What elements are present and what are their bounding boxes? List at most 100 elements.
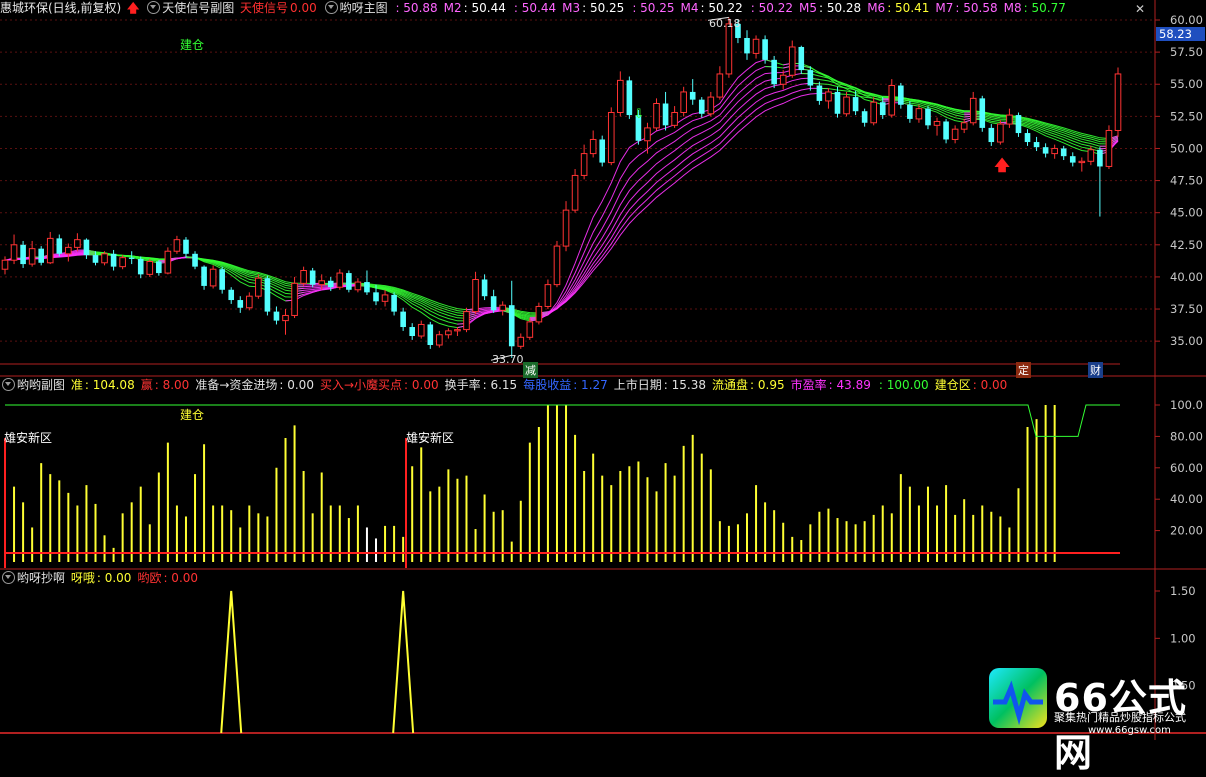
candle-body (844, 97, 850, 114)
candle-body (75, 240, 81, 248)
candle-body (156, 262, 162, 274)
candle-body (536, 306, 542, 321)
candle-body (355, 282, 361, 290)
candle-body (826, 92, 832, 101)
candle-body (672, 112, 678, 125)
candle-body (663, 104, 669, 126)
candle-body (310, 271, 316, 285)
y-tick-label: 35.00 (1170, 334, 1203, 348)
candle-body (545, 285, 551, 307)
candle-body (247, 296, 253, 308)
candle-body (174, 240, 180, 252)
up-arrow-icon: 🡅 (994, 156, 1010, 174)
candle-body (464, 312, 470, 330)
candle-body (102, 254, 108, 263)
candle-body (210, 269, 216, 286)
y-tick-label: 47.50 (1170, 174, 1203, 188)
candle-body (165, 251, 171, 273)
candle-body (699, 100, 705, 114)
candle-body (427, 324, 433, 345)
ma-ribbon-line-2 (973, 118, 1009, 123)
jiancang-main-label: 建仓 (180, 36, 204, 53)
candle-body (989, 128, 995, 142)
candle-body (744, 38, 750, 53)
candle-body (998, 124, 1004, 142)
candle-body (346, 273, 352, 290)
candle-body (1043, 147, 1049, 153)
candle-body (1061, 148, 1067, 156)
candle-body (473, 279, 479, 311)
candle-body (599, 139, 605, 162)
y-tick-label: 60.00 (1170, 461, 1203, 475)
y-tick-label: 37.50 (1170, 302, 1203, 316)
signal-spike (221, 591, 241, 733)
y-tick-label: 55.00 (1170, 77, 1203, 91)
candle-body (726, 24, 732, 74)
candle-body (925, 109, 931, 126)
ma-ribbon-line-5 (973, 113, 1118, 144)
candle-body (66, 247, 72, 253)
candle-body (627, 80, 633, 115)
cai-marker[interactable]: 财 (1088, 362, 1103, 378)
current-price-tag: 58.23 (1156, 27, 1205, 41)
candle-body (219, 269, 225, 290)
candle-body (319, 281, 325, 285)
candle-body (916, 109, 922, 119)
candle-body (771, 60, 777, 84)
y-tick-label: 52.50 (1170, 109, 1203, 123)
y-tick-label: 100.0 (1170, 398, 1203, 412)
xiongan-label-2: 雄安新区 (406, 429, 454, 446)
candle-body (409, 327, 415, 336)
candle-body (1052, 148, 1058, 153)
candle-body (880, 102, 886, 115)
candle-body (391, 295, 397, 312)
candle-body (681, 92, 687, 113)
candle-body (20, 245, 26, 264)
candle-body (789, 47, 795, 75)
jian-marker[interactable]: 减 (523, 362, 538, 378)
candle-body (1025, 133, 1031, 142)
candle-body (934, 121, 940, 125)
site-logo: 66公式网 聚集热门精品炒股指标公式 www.66gsw.com (986, 665, 1206, 740)
down-arrow-icon: ⇩ (633, 107, 644, 122)
candle-body (1016, 115, 1022, 133)
candle-body (862, 111, 868, 123)
candle-body (1088, 150, 1094, 162)
ma-ribbon-line-5 (539, 78, 820, 316)
candle-body (138, 259, 144, 274)
ma-ribbon-line-6 (539, 83, 820, 315)
candle-body (2, 260, 8, 269)
candle-body (581, 154, 587, 176)
y-tick-label: 40.00 (1170, 270, 1203, 284)
candle-body (373, 292, 379, 301)
candle-body (11, 245, 17, 260)
candle-body (1115, 74, 1121, 131)
candle-body (554, 246, 560, 285)
candle-body (798, 47, 804, 70)
candle-body (618, 80, 624, 112)
candle-body (292, 283, 298, 315)
candle-body (1097, 150, 1103, 167)
candle-body (201, 267, 207, 286)
high-price-label: 60.18 (709, 17, 741, 30)
low-price-label: 33.70 (492, 353, 524, 366)
candle-body (256, 278, 262, 296)
ding-marker[interactable]: 定 (1016, 362, 1031, 378)
candle-body (780, 75, 786, 84)
candle-body (328, 281, 334, 287)
y-tick-label: 80.00 (1170, 429, 1203, 443)
candle-body (482, 279, 488, 296)
candle-body (645, 128, 651, 141)
candle-body (835, 92, 841, 114)
candle-body (979, 98, 985, 128)
candle-body (907, 105, 913, 119)
candle-body (808, 70, 814, 85)
candle-body (952, 129, 958, 139)
candle-body (762, 39, 768, 60)
logo-url: www.66gsw.com (1088, 725, 1171, 736)
logo-heartbeat-icon (989, 668, 1047, 728)
ma-ribbon-line-1 (530, 60, 774, 321)
signal-spike (393, 591, 413, 733)
y-tick-label: 40.00 (1170, 492, 1203, 506)
candle-body (970, 98, 976, 122)
